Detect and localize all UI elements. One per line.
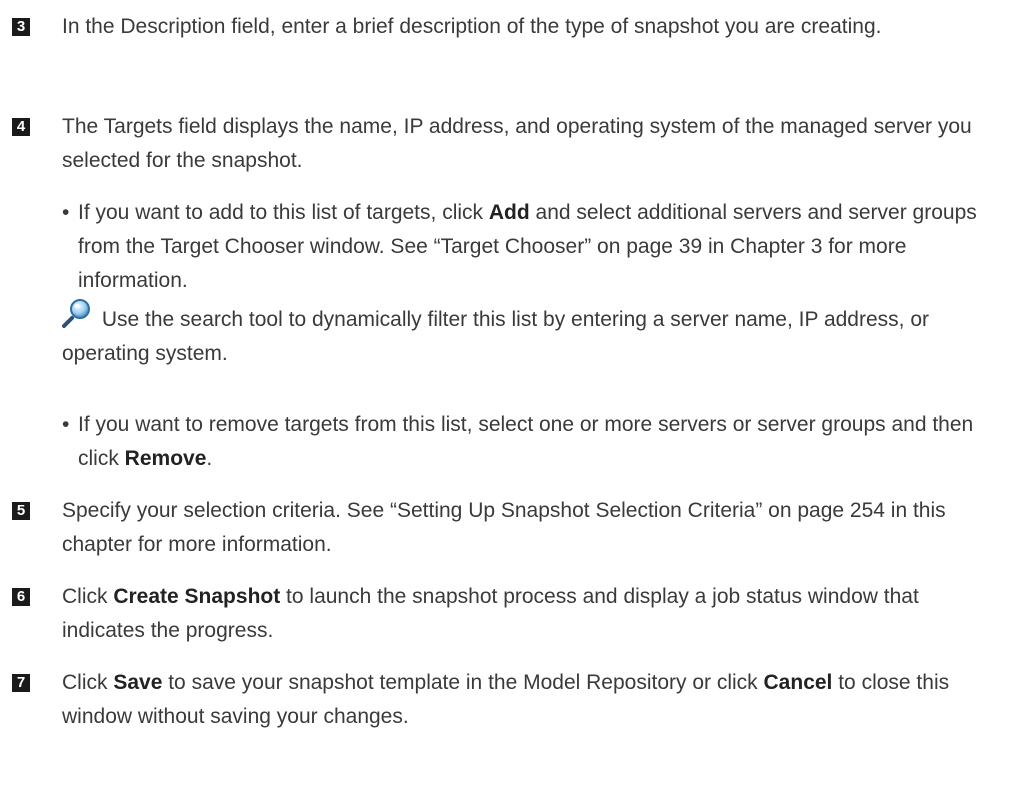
tip-text: Use the search tool to dynamically filte… xyxy=(62,308,929,365)
step-3: 3 In the Description field, enter a brie… xyxy=(0,10,1010,44)
search-tip: Use the search tool to dynamically filte… xyxy=(62,298,1010,371)
step-text-pre: Click xyxy=(62,585,114,608)
step-text: Click Save to save your snapshot templat… xyxy=(62,666,1000,734)
step-text: The Targets field displays the name, IP … xyxy=(62,115,972,172)
bullet-text-pre: If you want to add to this list of targe… xyxy=(78,201,489,224)
magnifier-icon xyxy=(62,299,90,328)
step-text: Click Create Snapshot to launch the snap… xyxy=(62,580,1000,648)
step-5: 5 Specify your selection criteria. See “… xyxy=(0,494,1010,562)
add-button-reference: Add xyxy=(488,201,530,224)
bullet-text: If you want to remove targets from this … xyxy=(78,408,1010,476)
bullet-marker: • xyxy=(62,413,70,436)
step-text-mid: to save your snapshot template in the Mo… xyxy=(162,671,764,694)
step-text: In the Description field, enter a brief … xyxy=(62,15,882,38)
step-number-badge: 3 xyxy=(12,18,30,36)
step-4: 4 The Targets field displays the name, I… xyxy=(0,110,1010,178)
bullet-marker: • xyxy=(62,201,70,224)
step-7: 7 Click Save to save your snapshot templ… xyxy=(0,666,1010,734)
bullet-remove-targets: • If you want to remove targets from thi… xyxy=(62,408,1010,476)
bullet-add-targets: • If you want to add to this list of tar… xyxy=(62,196,1010,298)
step-6: 6 Click Create Snapshot to launch the sn… xyxy=(0,580,1010,648)
cancel-button-reference: Cancel xyxy=(763,671,833,694)
step-number-badge: 6 xyxy=(12,588,30,606)
bullet-text-post: . xyxy=(206,447,213,470)
step-number-badge: 7 xyxy=(12,674,30,692)
step-text: Specify your selection criteria. See “Se… xyxy=(62,499,946,556)
create-snapshot-button-reference: Create Snapshot xyxy=(113,585,281,608)
bullet-text-pre: If you want to remove targets from this … xyxy=(78,413,974,470)
step-text-pre: Click xyxy=(62,671,114,694)
step-number-badge: 4 xyxy=(12,118,30,136)
step-number-badge: 5 xyxy=(12,502,30,520)
save-button-reference: Save xyxy=(113,671,163,694)
remove-button-reference: Remove xyxy=(124,447,207,470)
bullet-text: If you want to add to this list of targe… xyxy=(78,196,1010,298)
